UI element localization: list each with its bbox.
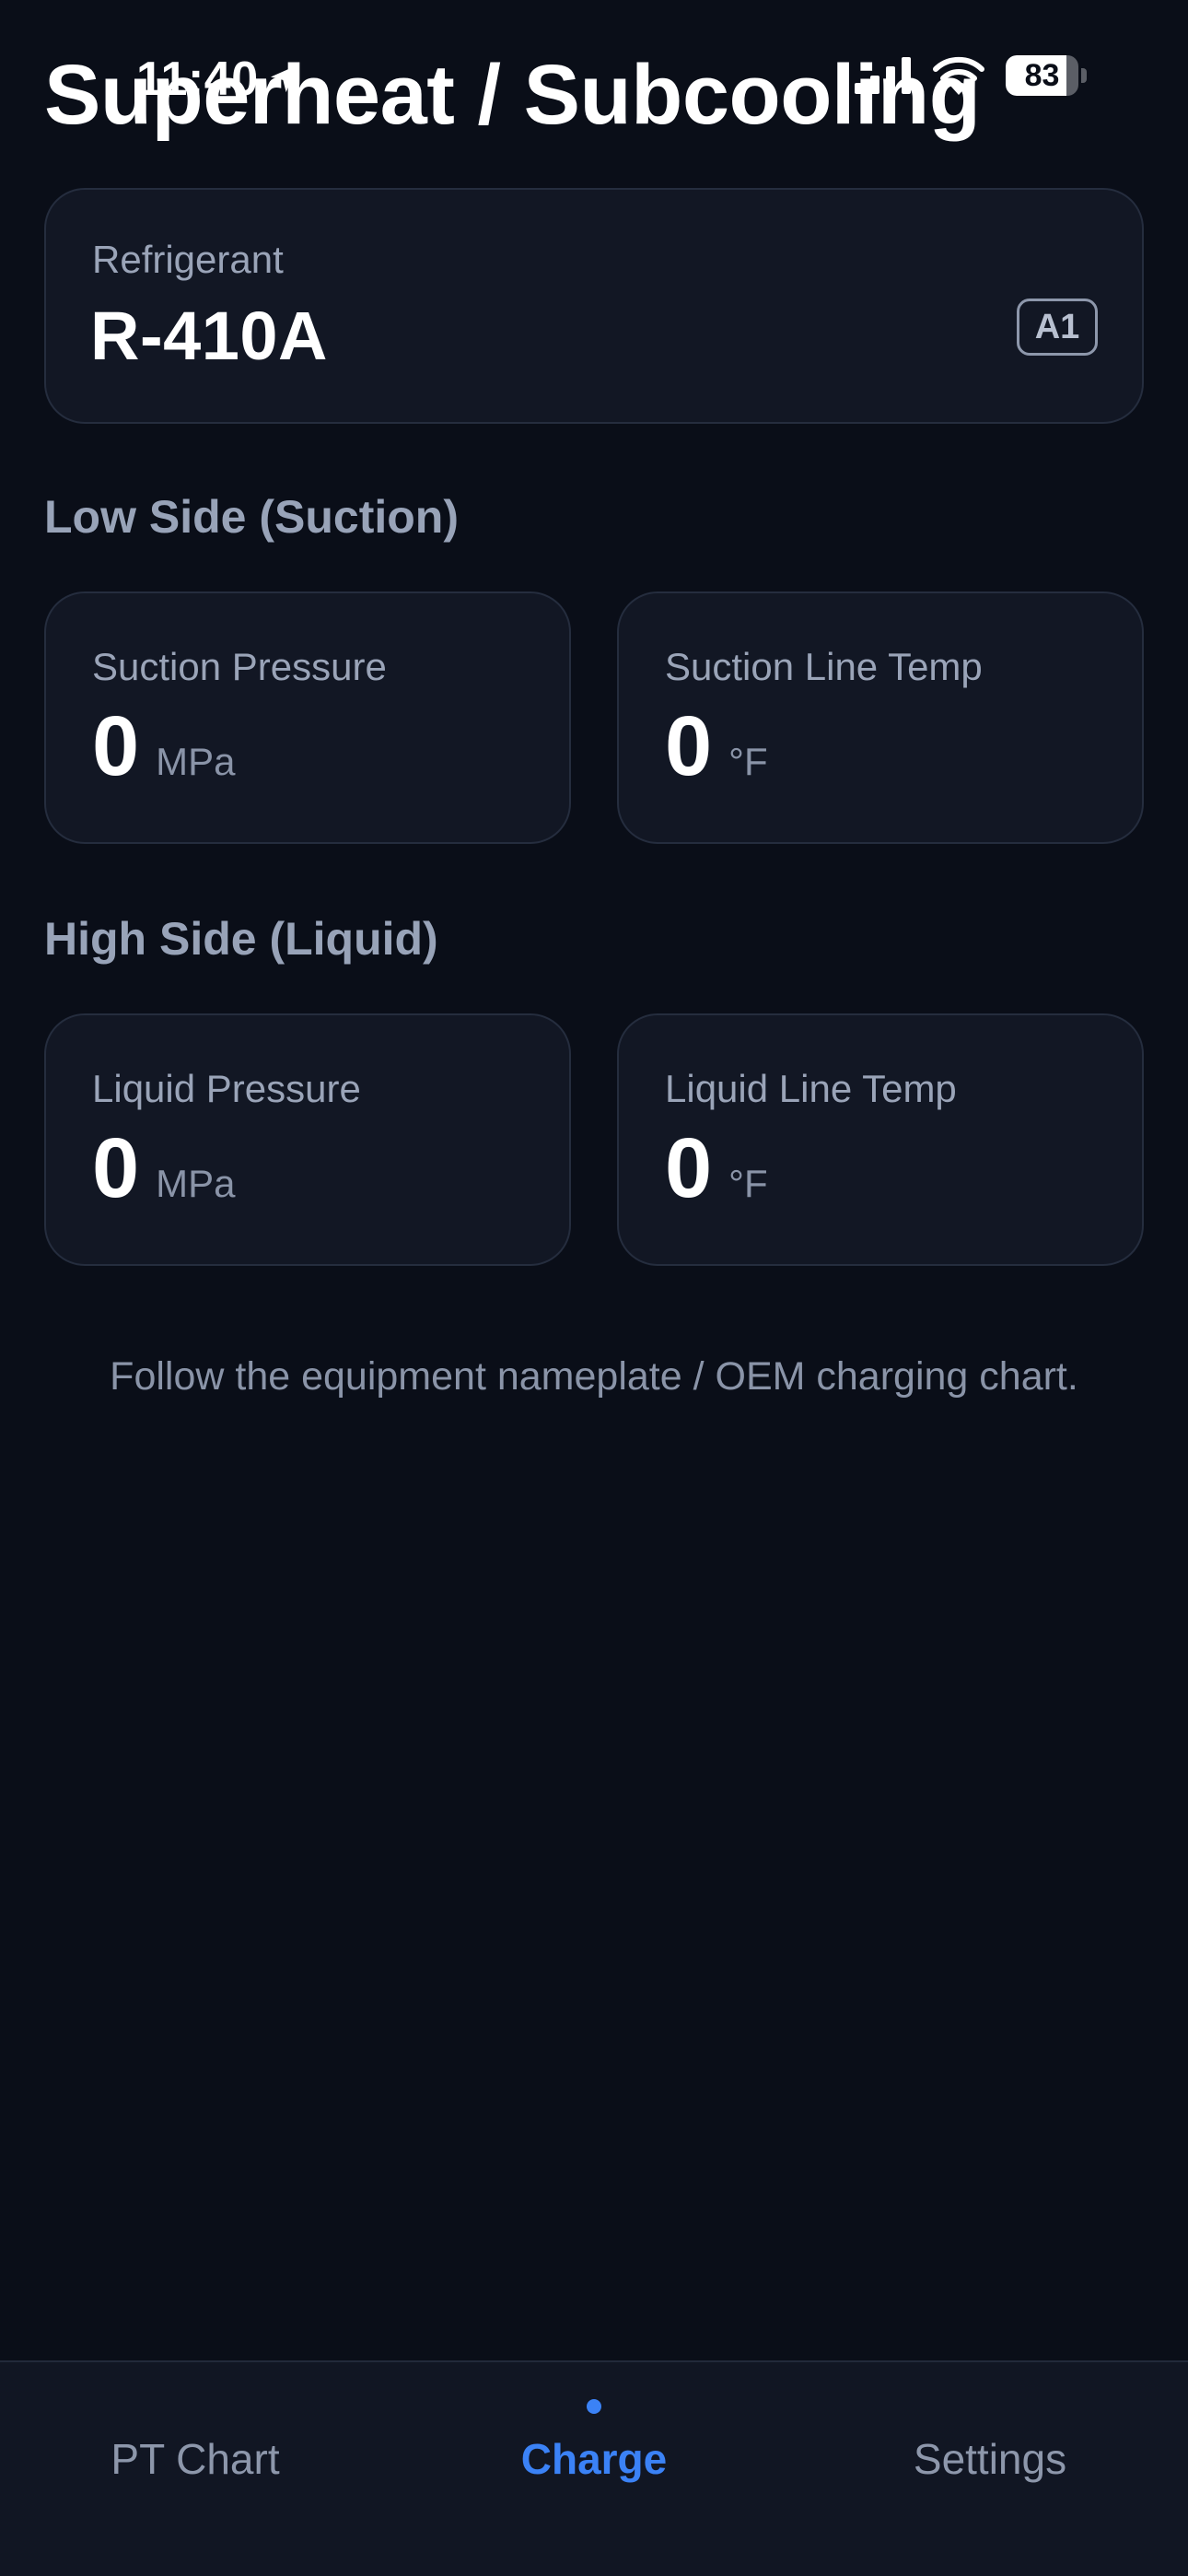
suction-pressure-label: Suction Pressure xyxy=(92,645,387,688)
cellular-signal-icon xyxy=(855,57,911,94)
suction-pressure-value[interactable]: 0 xyxy=(92,704,139,789)
suction-temp-row: 0 °F xyxy=(665,704,768,789)
status-bar: 11:40 83 xyxy=(0,0,1188,157)
refrigerant-selector[interactable]: Refrigerant R-410A A1 xyxy=(44,188,1144,424)
liquid-pressure-card[interactable]: Liquid Pressure 0 MPa xyxy=(44,1013,571,1266)
liquid-temp-unit: °F xyxy=(728,1162,768,1205)
status-time: 11:40 xyxy=(136,52,303,107)
tab-pt-chart-label: PT Chart xyxy=(111,2435,280,2483)
high-side-header: High Side (Liquid) xyxy=(44,913,438,965)
tab-charge-label: Charge xyxy=(520,2435,668,2483)
screen: 11:40 83 Superheat / Subcooling Refriger… xyxy=(0,0,1188,2576)
battery-percent: 83 xyxy=(1024,57,1060,93)
liquid-temp-value[interactable]: 0 xyxy=(665,1126,712,1211)
safety-class-badge: A1 xyxy=(1017,299,1098,356)
tab-charge-active-indicator xyxy=(587,2399,601,2414)
charging-footnote: Follow the equipment nameplate / OEM cha… xyxy=(110,1354,1078,1399)
tab-pt-chart-indicator xyxy=(191,2399,205,2414)
tab-pt-chart[interactable]: PT Chart xyxy=(0,2362,396,2576)
liquid-temp-card[interactable]: Liquid Line Temp 0 °F xyxy=(617,1013,1144,1266)
battery-body: 83 xyxy=(1006,55,1079,96)
status-right: 83 xyxy=(855,55,1087,96)
status-time-text: 11:40 xyxy=(136,53,259,106)
suction-temp-card[interactable]: Suction Line Temp 0 °F xyxy=(617,591,1144,844)
liquid-pressure-label: Liquid Pressure xyxy=(92,1067,361,1110)
low-side-header: Low Side (Suction) xyxy=(44,491,459,543)
liquid-pressure-row: 0 MPa xyxy=(92,1126,236,1211)
tab-settings[interactable]: Settings xyxy=(792,2362,1188,2576)
battery-icon: 83 xyxy=(1006,55,1087,96)
suction-pressure-card[interactable]: Suction Pressure 0 MPa xyxy=(44,591,571,844)
refrigerant-value: R-410A xyxy=(90,298,328,374)
liquid-pressure-value[interactable]: 0 xyxy=(92,1126,139,1211)
location-arrow-icon xyxy=(270,65,297,93)
liquid-temp-row: 0 °F xyxy=(665,1126,768,1211)
tab-settings-label: Settings xyxy=(913,2435,1067,2483)
tab-settings-indicator xyxy=(983,2399,997,2414)
liquid-pressure-unit: MPa xyxy=(156,1162,236,1205)
liquid-temp-label: Liquid Line Temp xyxy=(665,1067,957,1110)
suction-temp-value[interactable]: 0 xyxy=(665,704,712,789)
suction-temp-unit: °F xyxy=(728,740,768,783)
refrigerant-label: Refrigerant xyxy=(92,238,284,281)
wifi-icon xyxy=(933,56,984,95)
tab-charge[interactable]: Charge xyxy=(396,2362,792,2576)
battery-cap xyxy=(1081,68,1087,83)
suction-pressure-unit: MPa xyxy=(156,740,236,783)
suction-pressure-row: 0 MPa xyxy=(92,704,236,789)
tab-bar: PT Chart Charge Settings xyxy=(0,2360,1188,2576)
suction-temp-label: Suction Line Temp xyxy=(665,645,983,688)
